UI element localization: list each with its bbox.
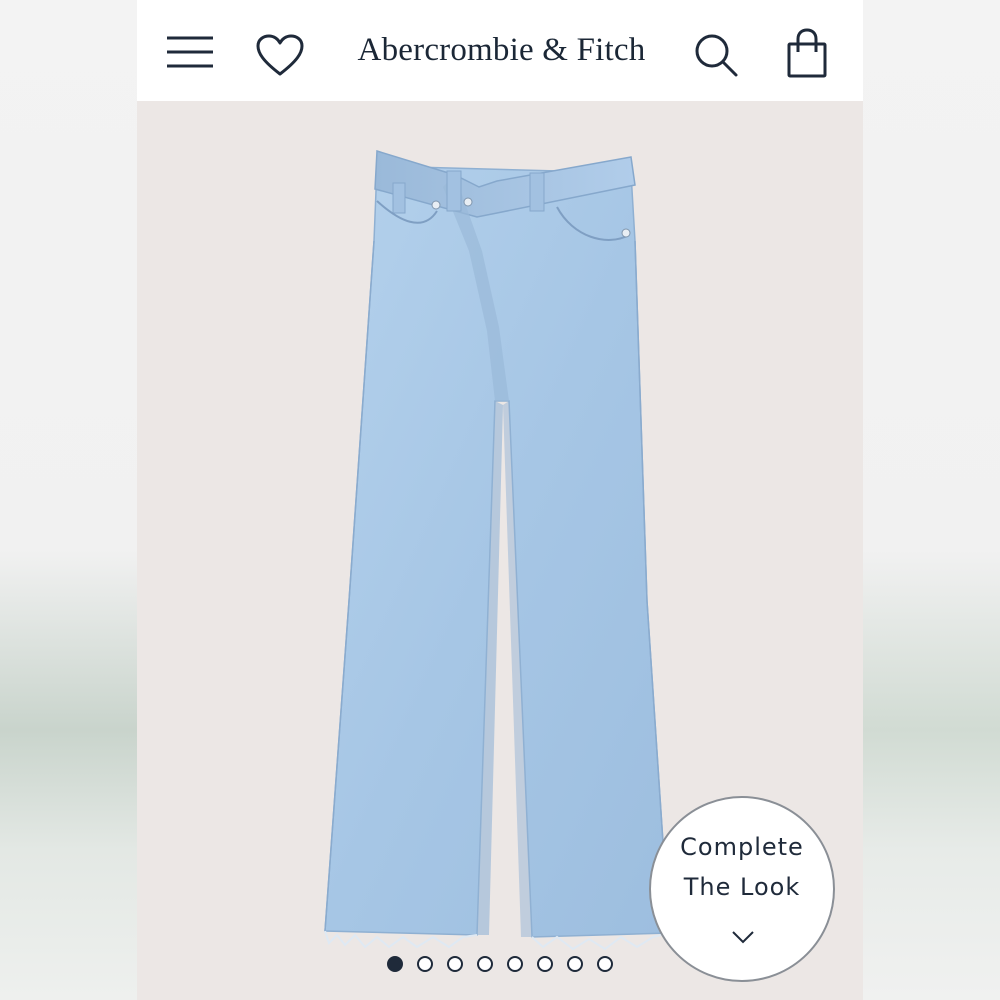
hamburger-menu-icon[interactable] (165, 34, 215, 75)
heart-icon[interactable] (255, 34, 305, 83)
backdrop-left (0, 0, 137, 1000)
chevron-down-icon (731, 930, 755, 949)
carousel-dot-3[interactable] (447, 956, 463, 972)
carousel-dot-8[interactable] (597, 956, 613, 972)
top-navigation-bar: Abercrombie & Fitch (137, 0, 863, 101)
carousel-dot-6[interactable] (537, 956, 553, 972)
carousel-dot-1[interactable] (387, 956, 403, 972)
carousel-indicators (387, 956, 613, 976)
backdrop-right (863, 0, 1000, 1000)
carousel-dot-2[interactable] (417, 956, 433, 972)
phone-screen: Abercrombie & Fitch Complete The Look (137, 0, 863, 1000)
complete-the-look-line2: The Look (683, 873, 801, 901)
complete-the-look-line1: Complete (680, 833, 804, 861)
search-icon[interactable] (693, 32, 739, 83)
carousel-dot-4[interactable] (477, 956, 493, 972)
brand-logo[interactable]: Abercrombie & Fitch (349, 28, 654, 72)
carousel-dot-7[interactable] (567, 956, 583, 972)
complete-the-look-button[interactable]: Complete The Look (649, 796, 835, 982)
carousel-dot-5[interactable] (507, 956, 523, 972)
shopping-bag-icon[interactable] (785, 28, 829, 85)
